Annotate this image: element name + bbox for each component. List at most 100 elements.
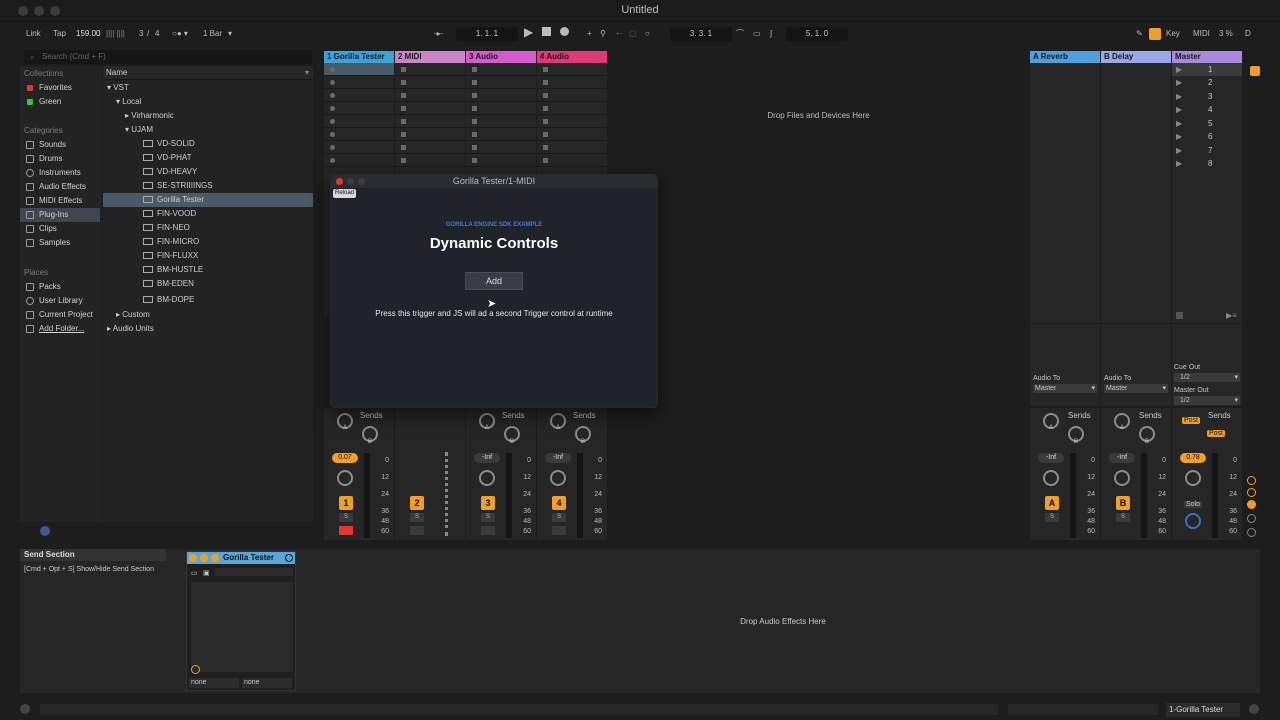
- punch-out-icon[interactable]: ∫: [770, 27, 772, 41]
- folder-icon[interactable]: ▭: [191, 569, 198, 577]
- sidebar-item-audio-effects[interactable]: Audio Effects: [20, 180, 100, 194]
- sidebar-item-plug-ins[interactable]: Plug-Ins: [20, 208, 100, 222]
- clip-slot[interactable]: [395, 128, 465, 141]
- solo-button[interactable]: S: [481, 513, 495, 522]
- returns-toggle-icon[interactable]: [1247, 500, 1256, 509]
- zoom-icon[interactable]: [358, 178, 365, 185]
- browser-search-input[interactable]: Search (Cmd + F): [24, 50, 312, 64]
- clip-slot[interactable]: [466, 63, 536, 76]
- metronome-icon[interactable]: ○● ▾: [172, 27, 188, 41]
- plugin-item[interactable]: VD-HEAVY: [143, 165, 197, 179]
- plugin-item[interactable]: VD-PHAT: [143, 151, 192, 165]
- clip-slot[interactable]: [395, 154, 465, 167]
- clip-slot[interactable]: [395, 89, 465, 102]
- device-output-icon[interactable]: [191, 665, 200, 674]
- pan-knob[interactable]: [1043, 470, 1059, 486]
- play-button[interactable]: ▶: [524, 25, 533, 39]
- tap-button[interactable]: Tap: [53, 27, 66, 41]
- clip-slot[interactable]: [324, 154, 394, 167]
- track-volume[interactable]: -Inf: [545, 453, 571, 463]
- sends-toggle-icon[interactable]: [1247, 488, 1256, 497]
- sidebar-item-user-library[interactable]: User Library: [20, 294, 100, 308]
- record-button[interactable]: [560, 27, 569, 41]
- audio-to-select[interactable]: Master ▾: [1033, 384, 1097, 393]
- sort-chevron-icon[interactable]: ▾: [305, 66, 309, 80]
- tempo-field[interactable]: 159.00: [76, 27, 100, 41]
- track-activator[interactable]: 4: [552, 496, 566, 510]
- key-map-button[interactable]: Key: [1166, 27, 1180, 41]
- clip-slot[interactable]: [324, 76, 394, 89]
- post-button-a[interactable]: Post: [1182, 417, 1201, 424]
- sidebar-item-clips[interactable]: Clips: [20, 222, 100, 236]
- sidebar-item-instruments[interactable]: Instruments: [20, 166, 100, 180]
- loop-switch-icon[interactable]: ⌒: [736, 27, 744, 41]
- scene-launch[interactable]: ▶ 3: [1172, 90, 1242, 103]
- clip-slot[interactable]: [466, 89, 536, 102]
- device-fold-icon[interactable]: [200, 554, 208, 562]
- cue-volume-knob[interactable]: [1185, 513, 1201, 529]
- reload-button[interactable]: Reload: [333, 189, 357, 198]
- clip-slot[interactable]: [466, 154, 536, 167]
- track-header-4[interactable]: 4 Audio: [537, 51, 607, 63]
- tree-item-vst[interactable]: ▾ VST: [107, 81, 129, 95]
- plugin-item[interactable]: FIN-NEO: [143, 221, 190, 235]
- arm-button[interactable]: [481, 526, 495, 535]
- sidebar-item-add-folder[interactable]: Add Folder...: [20, 322, 100, 336]
- new-scene-icon[interactable]: ▶≡: [1226, 311, 1237, 320]
- track-header-3[interactable]: 3 Audio: [466, 51, 536, 63]
- plugin-item[interactable]: VD-SOLID: [143, 137, 195, 151]
- re-enable-automation-icon[interactable]: ⇠: [616, 27, 623, 41]
- master-volume[interactable]: 0.78: [1180, 453, 1206, 463]
- return-activator[interactable]: B: [1116, 496, 1130, 510]
- clip-slot[interactable]: [466, 76, 536, 89]
- solo-button[interactable]: S: [552, 513, 566, 522]
- clip-slot[interactable]: [537, 76, 607, 89]
- pan-knob[interactable]: [479, 470, 495, 486]
- capture-icon[interactable]: ▢: [629, 27, 637, 41]
- solo-button[interactable]: S: [339, 513, 353, 522]
- pan-knob[interactable]: [550, 470, 566, 486]
- device-hot-swap-icon[interactable]: [285, 554, 293, 562]
- session-record-icon[interactable]: ○: [645, 27, 650, 41]
- clip-slot[interactable]: [324, 63, 394, 76]
- plugin-item[interactable]: SE-STRIIIINGS: [143, 179, 213, 193]
- clip-slot[interactable]: [537, 102, 607, 115]
- track-activator[interactable]: 2: [410, 496, 424, 510]
- draw-mode-icon[interactable]: ✎: [1136, 27, 1143, 41]
- device-param-select-2[interactable]: none: [242, 678, 292, 688]
- clip-slot[interactable]: [324, 89, 394, 102]
- sidebar-item-current-project[interactable]: Current Project: [20, 308, 100, 322]
- plugin-item[interactable]: BM-EDEN: [143, 277, 194, 291]
- nudge-icon[interactable]: |||| ||||: [106, 27, 125, 41]
- track-header-2[interactable]: 2 MIDI: [395, 51, 465, 63]
- clip-slot[interactable]: [395, 76, 465, 89]
- scene-launch[interactable]: ▶ 7: [1172, 144, 1242, 157]
- clip-slot[interactable]: [395, 63, 465, 76]
- scene-launch[interactable]: ▶ 8: [1172, 157, 1242, 170]
- crossfader-toggle-icon[interactable]: [1247, 528, 1256, 537]
- scene-launch[interactable]: ▶ 5: [1172, 117, 1242, 130]
- sidebar-item-drums[interactable]: Drums: [20, 152, 100, 166]
- clip-slot[interactable]: [466, 115, 536, 128]
- preset-field[interactable]: [215, 568, 293, 576]
- clip-slot[interactable]: [324, 141, 394, 154]
- overdub-icon[interactable]: +: [587, 27, 592, 41]
- clip-slot[interactable]: [537, 115, 607, 128]
- clip-slot[interactable]: [537, 128, 607, 141]
- plugin-item[interactable]: BM-HUSTLE: [143, 263, 203, 277]
- device-edit-icon[interactable]: [211, 554, 219, 562]
- clip-slot[interactable]: [324, 115, 394, 128]
- return-activator[interactable]: A: [1045, 496, 1059, 510]
- save-icon[interactable]: ▣: [203, 569, 210, 577]
- solo-button[interactable]: S: [1116, 513, 1130, 522]
- clip-slot[interactable]: [537, 154, 607, 167]
- track-volume[interactable]: 0.07: [332, 453, 358, 463]
- info-toggle-icon[interactable]: [20, 704, 30, 714]
- scene-launch[interactable]: ▶ 4: [1172, 103, 1242, 116]
- drop-audio-effects-area[interactable]: Drop Audio Effects Here: [306, 551, 1260, 691]
- master-header[interactable]: Master: [1172, 51, 1242, 63]
- minimize-icon[interactable]: [347, 178, 354, 185]
- clip-slot[interactable]: [395, 102, 465, 115]
- clip-slot[interactable]: [466, 141, 536, 154]
- plugin-window-titlebar[interactable]: Gorilla Tester/1-MIDI: [331, 175, 657, 188]
